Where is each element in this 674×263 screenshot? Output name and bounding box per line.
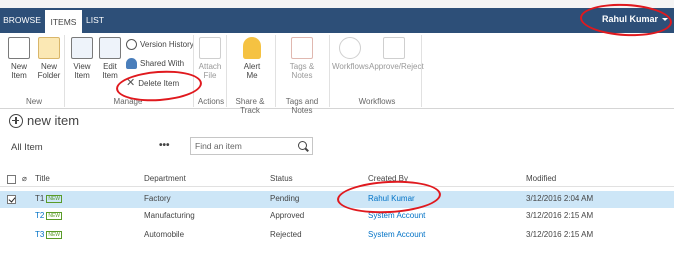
version-history-button[interactable]: Version History <box>126 39 194 50</box>
ribbon: New Item New Folder New View Item Edit I… <box>0 33 674 115</box>
approve-reject-icon <box>383 37 405 59</box>
group-tags-label: Tags and Notes <box>285 97 319 115</box>
view-selector[interactable]: All Item <box>11 142 43 153</box>
status-cell: Pending <box>270 194 300 203</box>
workflows-label: Workflows <box>332 62 369 71</box>
group-actions-label: Actions <box>197 97 225 106</box>
column-department[interactable]: Department <box>144 174 186 183</box>
table-row[interactable]: T3 NEW Automobile Rejected System Account… <box>0 227 674 244</box>
paperclip-icon <box>199 37 221 59</box>
edit-item-button[interactable]: Edit Item <box>97 37 123 80</box>
shared-with-label: Shared With <box>140 59 185 68</box>
more-views-button[interactable]: ••• <box>159 140 170 151</box>
clock-icon <box>126 39 137 50</box>
tags-notes-button[interactable]: Tags & Notes <box>287 37 317 80</box>
title-cell[interactable]: T2 NEW <box>35 211 63 220</box>
column-modified[interactable]: Modified <box>526 174 556 183</box>
alert-me-button[interactable]: Alert Me <box>237 37 267 80</box>
title-text[interactable]: T1 <box>35 194 44 203</box>
modified-cell: 3/12/2016 2:04 AM <box>526 194 594 203</box>
group-workflows-label: Workflows <box>358 97 396 106</box>
tags-notes-label: Tags & Notes <box>289 62 315 80</box>
table-row[interactable]: T2 NEW Manufacturing Approved System Acco… <box>0 208 674 225</box>
new-item-link-label: new item <box>27 113 80 128</box>
new-badge: NEW <box>46 194 63 203</box>
suite-bar: BROWSE ITEMS LIST Rahul Kumar <box>0 0 674 33</box>
workflows-button[interactable]: Workflows <box>332 37 369 71</box>
people-icon <box>126 58 137 69</box>
folder-icon <box>38 37 60 59</box>
divider <box>193 35 194 107</box>
tag-icon <box>291 37 313 59</box>
edit-item-icon <box>99 37 121 59</box>
view-item-button[interactable]: View Item <box>69 37 95 80</box>
new-item-button[interactable]: New Item <box>5 37 33 80</box>
alert-me-label: Alert Me <box>243 62 261 80</box>
new-item-icon <box>8 37 30 59</box>
new-folder-button[interactable]: New Folder <box>35 37 63 80</box>
tab-list[interactable]: LIST <box>82 8 108 33</box>
approve-reject-button[interactable]: Approve/Reject <box>369 37 424 71</box>
view-item-label: View Item <box>73 62 91 80</box>
group-new-label: New <box>25 97 42 106</box>
plus-circle-icon <box>9 113 23 128</box>
divider <box>64 35 65 107</box>
new-folder-label: New Folder <box>37 62 61 80</box>
status-cell: Approved <box>270 211 305 220</box>
tab-browse[interactable]: BROWSE <box>0 8 44 33</box>
new-item-link[interactable]: new item <box>9 113 79 128</box>
new-badge: NEW <box>46 230 63 239</box>
department-cell: Automobile <box>144 230 185 239</box>
department-cell: Factory <box>144 194 171 203</box>
tab-items[interactable]: ITEMS <box>45 8 82 33</box>
title-text[interactable]: T2 <box>35 211 44 220</box>
status-cell: Rejected <box>270 230 302 239</box>
edit-item-label: Edit Item <box>102 62 118 80</box>
divider <box>421 35 422 107</box>
version-history-label: Version History <box>140 40 194 49</box>
search-placeholder: Find an item <box>195 141 242 151</box>
table-header: ⌀ Title Department Status Created By Mod… <box>0 171 674 187</box>
search-input[interactable]: Find an item <box>190 137 313 155</box>
new-badge: NEW <box>46 211 63 220</box>
title-text[interactable]: T3 <box>35 230 44 239</box>
department-cell: Manufacturing <box>144 211 195 220</box>
group-share-label: Share & Track <box>235 97 265 115</box>
view-item-icon <box>71 37 93 59</box>
title-cell[interactable]: T1 NEW <box>35 194 63 203</box>
modified-cell: 3/12/2016 2:15 AM <box>526 211 594 220</box>
created-by-link[interactable]: System Account <box>368 230 425 239</box>
column-status[interactable]: Status <box>270 174 293 183</box>
title-cell[interactable]: T3 NEW <box>35 230 63 239</box>
attachment-icon: ⌀ <box>22 174 27 183</box>
attach-file-button[interactable]: Attach File <box>197 37 223 80</box>
row-checkbox[interactable] <box>7 195 16 204</box>
column-title[interactable]: Title <box>35 174 50 183</box>
workflow-icon <box>339 37 361 59</box>
divider <box>329 35 330 107</box>
new-item-label: New Item <box>10 62 27 80</box>
search-icon[interactable] <box>298 141 307 150</box>
bell-icon <box>243 37 261 59</box>
modified-cell: 3/12/2016 2:15 AM <box>526 230 594 239</box>
attach-file-label: Attach File <box>198 62 222 80</box>
shared-with-button[interactable]: Shared With <box>126 58 184 69</box>
approve-reject-label: Approve/Reject <box>369 62 424 71</box>
select-all-checkbox[interactable] <box>7 175 16 184</box>
